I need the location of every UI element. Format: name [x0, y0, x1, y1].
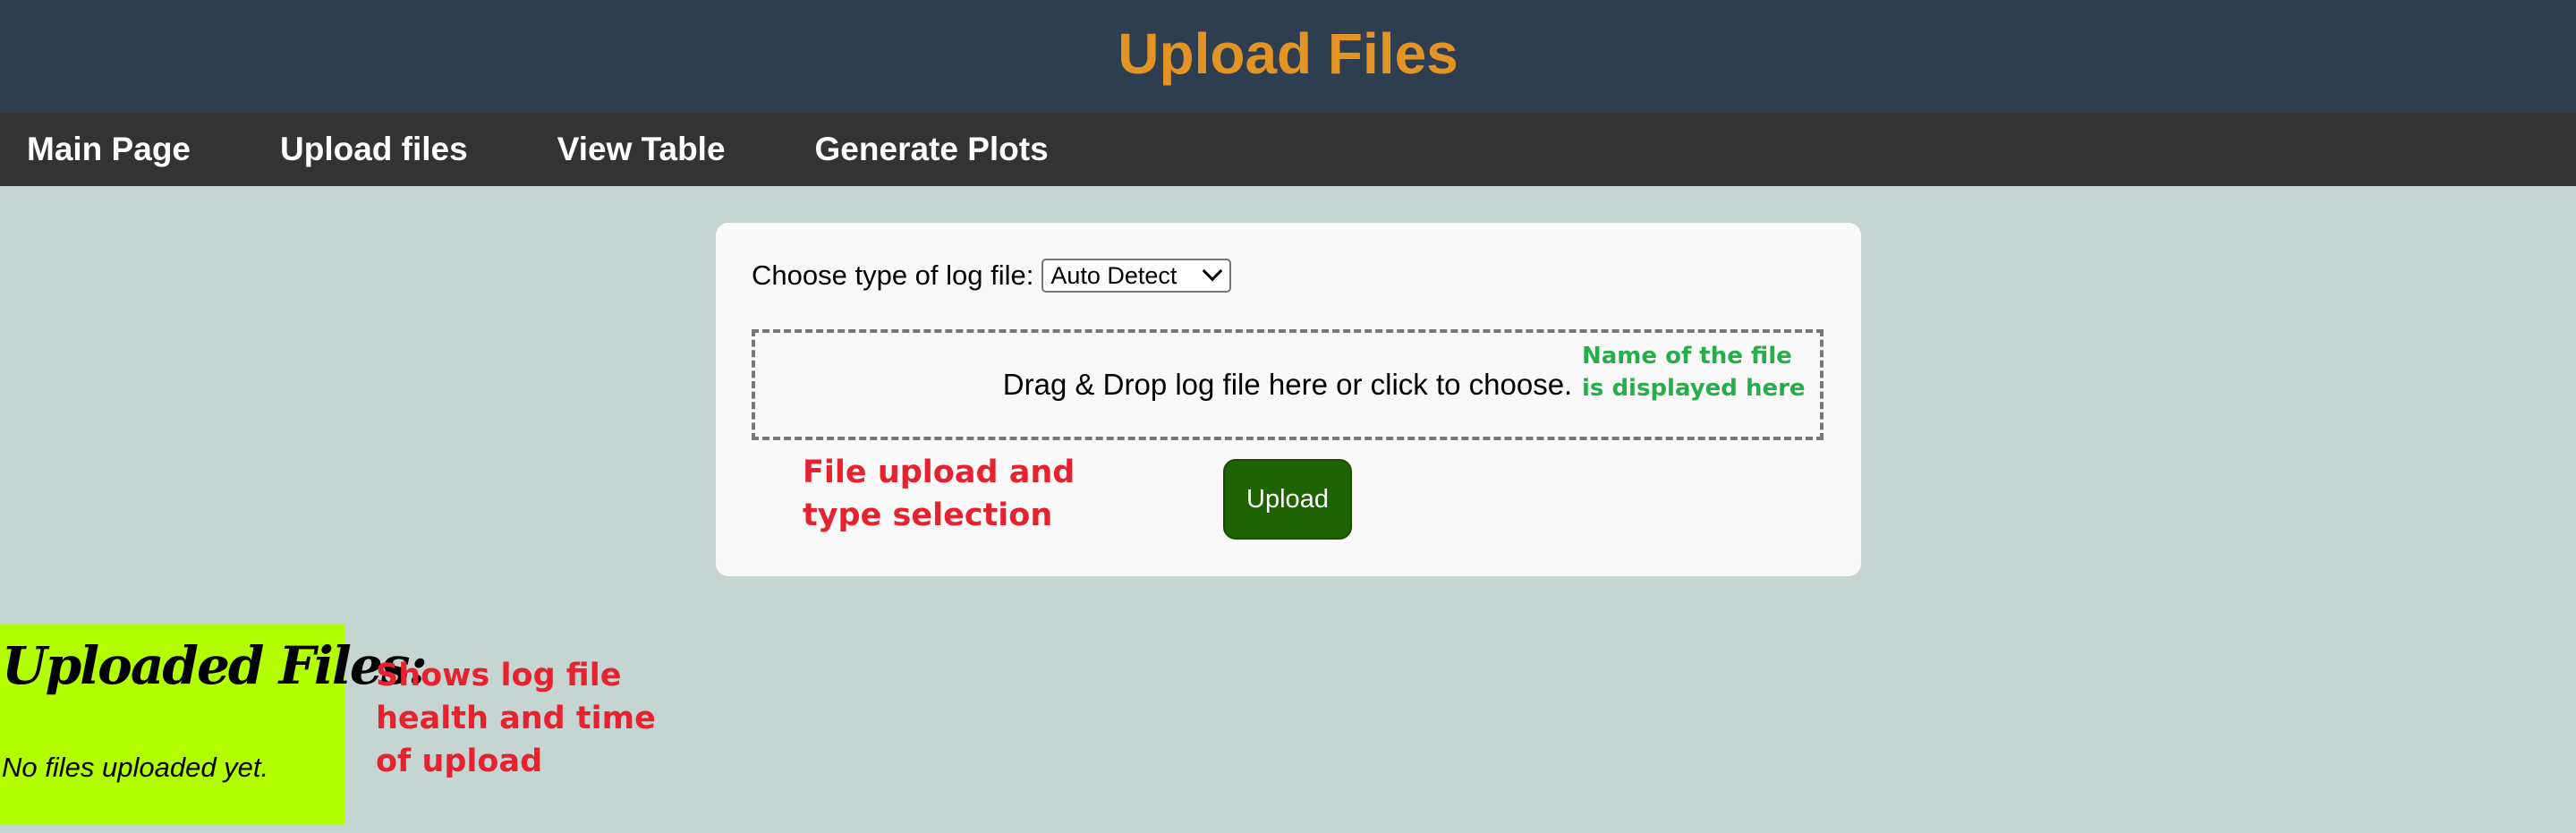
page-header: Upload Files — [0, 0, 2576, 113]
nav-main-page[interactable]: Main Page — [27, 131, 191, 168]
log-type-select[interactable]: Auto Detect — [1041, 259, 1232, 293]
file-name-annotation-line1: Name of the file — [1582, 343, 1792, 370]
upload-annotation-line1: File upload and — [803, 455, 1075, 490]
nav-view-table[interactable]: View Table — [557, 131, 726, 168]
page-title: Upload Files — [1118, 21, 1458, 86]
uploaded-annotation-line1: Shows log file — [376, 658, 622, 693]
file-name-annotation: Name of the file is displayed here — [1582, 340, 1806, 404]
log-type-row: Choose type of log file: Auto Detect — [752, 259, 1232, 293]
file-name-annotation-line2: is displayed here — [1582, 375, 1806, 402]
upload-annotation-line2: type selection — [803, 497, 1053, 533]
no-files-message: No files uploaded yet. — [2, 752, 269, 783]
uploaded-annotation: Shows log file health and time of upload — [376, 654, 656, 783]
nav-bar: Main Page Upload files View Table Genera… — [0, 113, 2576, 186]
nav-upload-files[interactable]: Upload files — [280, 131, 468, 168]
nav-generate-plots[interactable]: Generate Plots — [815, 131, 1049, 168]
uploaded-annotation-line2: health and time — [376, 701, 656, 736]
chevron-down-icon — [1203, 260, 1223, 282]
upload-annotation: File upload and type selection — [803, 451, 1075, 537]
drop-zone-text: Drag & Drop log file here or click to ch… — [1002, 368, 1573, 401]
uploaded-annotation-line3: of upload — [376, 744, 543, 779]
log-type-selected-value: Auto Detect — [1050, 261, 1177, 289]
upload-button[interactable]: Upload — [1223, 459, 1352, 540]
log-type-label: Choose type of log file: — [752, 259, 1034, 291]
uploaded-files-title: Uploaded Files: — [2, 635, 428, 696]
